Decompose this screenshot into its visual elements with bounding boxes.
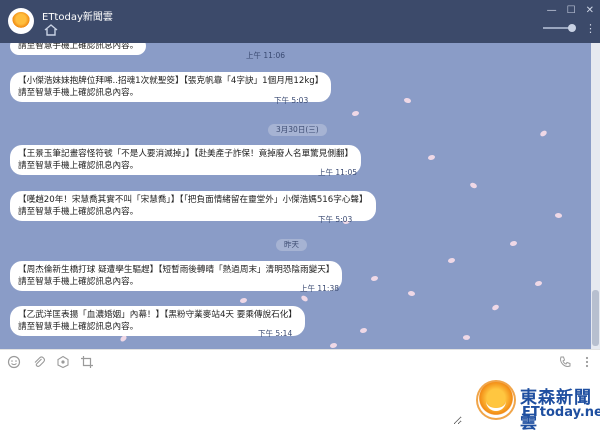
petal-decoration [462,334,471,341]
message-time: 下午 5:14 [258,329,293,338]
petal-decoration [554,211,563,220]
message-time: 上午 11:38 [300,284,339,293]
petal-decoration [407,289,416,298]
petal-decoration [535,281,542,286]
petal-decoration [428,155,435,160]
message-bubble[interactable]: 【周杰倫新生橋打球 疑遭學生驅趕】【短暫雨後轉晴「熱過周末」清明恐陰雨變天】 請… [10,261,343,291]
message-body: 請至智慧手機上確認訊息內容。 [18,43,139,51]
zoom-slider-track[interactable] [543,27,569,29]
phone-icon[interactable] [558,355,572,369]
message-time: 上午 11:05 [318,168,357,177]
petal-decoration [469,181,478,190]
petal-decoration [240,298,247,303]
message-body: 請至智慧手機上確認訊息內容。 [18,322,139,332]
ettoday-watermark: 東森新聞雲 ETtoday.net [476,378,600,433]
petal-decoration [491,304,500,311]
screenshot-icon[interactable] [56,355,70,369]
minimize-button[interactable]: — [547,5,557,16]
window-title: ETtoday新聞雲 [42,12,113,23]
message-time: 上午 11:06 [246,51,285,60]
crop-icon[interactable] [80,355,94,369]
more-icon[interactable] [580,355,594,369]
emoji-icon[interactable] [7,355,21,369]
avatar[interactable] [8,8,34,34]
home-icon[interactable] [44,24,58,36]
message-title: 【乙武洋匡表揚「血濃婚姻」內幕！】【黑粉守業麥站4天 要乘傳說石化】 [18,310,297,320]
scrollbar-thumb[interactable] [592,290,599,346]
menu-icon[interactable]: ⋮ [585,22,596,35]
message-title: 【周杰倫新生橋打球 疑遭學生驅趕】【短暫雨後轉晴「熱過周末」清明恐陰雨變天】 [18,265,335,275]
zoom-slider-handle[interactable] [568,24,576,32]
petal-decoration [448,258,455,263]
maximize-button[interactable]: ☐ [567,5,576,16]
petal-decoration [360,328,367,333]
petal-decoration [371,276,378,281]
date-divider: 3月30日(三) [268,124,327,136]
watermark-en: ETtoday.net [522,405,600,420]
message-bubble[interactable]: 【王景玉筆記畫容怪符號「不是人要消滅掉」】【赴美產子詐保！竟掉廢人名單驚見側翻】… [10,145,362,175]
title-bar: ETtoday新聞雲 — ☐ ✕ ⋮ [0,0,600,43]
date-divider: 昨天 [276,239,307,251]
message-body: 請至智慧手機上確認訊息內容。 [18,277,139,287]
message-time: 下午 5:03 [274,96,309,105]
petal-decoration [300,294,309,303]
petal-decoration [352,111,359,116]
message-input[interactable] [8,377,462,425]
message-bubble[interactable]: 請至智慧手機上確認訊息內容。 [10,43,147,55]
message-title: 【王景玉筆記畫容怪符號「不是人要消滅掉」】【赴美產子詐保！竟掉廢人名單驚見側翻】 [18,149,354,159]
chat-area[interactable]: 請至智慧手機上確認訊息內容。 上午 11:06 【小傑浩妹妹抱牌位拜唏..招魂1… [0,43,591,349]
message-body: 請至智慧手機上確認訊息內容。 [18,207,139,217]
message-title: 【嘆趙20年！宋慧喬其實不叫「宋慧喬」】【「把負面情緒留在靈堂外」小傑浩媽516… [18,195,368,205]
close-button[interactable]: ✕ [586,5,594,16]
message-time: 下午 5:03 [318,215,353,224]
petal-decoration [330,343,337,348]
ettoday-logo-icon [476,380,516,420]
petal-decoration [403,96,412,105]
input-toolbar [0,349,600,374]
message-title: 【小傑浩妹妹抱牌位拜唏..招魂1次就聖筊】【張克帆靠「4字訣」1個月甩12kg】 [18,76,324,86]
petal-decoration [539,129,548,138]
message-body: 請至智慧手機上確認訊息內容。 [18,161,139,171]
attach-icon[interactable] [32,355,46,369]
ettoday-logo-icon [12,12,30,30]
petal-decoration [510,241,517,246]
